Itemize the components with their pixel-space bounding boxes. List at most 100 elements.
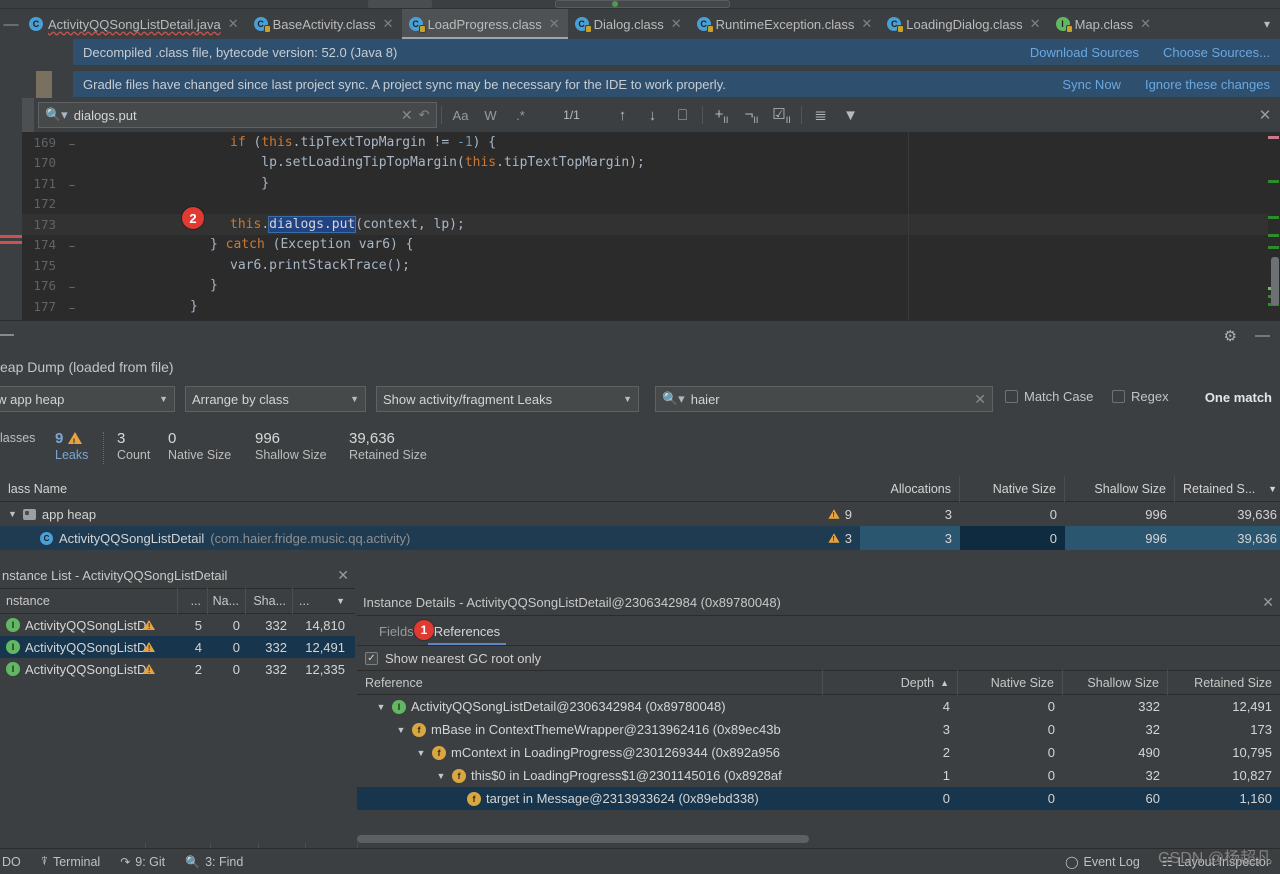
clear-icon[interactable]: ✕: [974, 391, 986, 408]
fold-icon[interactable]: ⚊: [64, 137, 80, 148]
table-row[interactable]: ▼ I ActivityQQSongListDetail@2306342984 …: [357, 695, 1280, 718]
native-size-cell: 0: [232, 617, 240, 633]
fold-icon[interactable]: ⚊: [64, 239, 80, 250]
toggle-line-icon[interactable]: ☑II: [767, 105, 797, 125]
status-item-event-log[interactable]: ◯ Event Log: [1065, 855, 1140, 869]
close-icon[interactable]: ✕: [1262, 594, 1280, 611]
expand-triangle-icon[interactable]: ▼: [395, 725, 407, 735]
show-nearest-gc-root-checkbox[interactable]: ✓ Show nearest GC root only: [357, 646, 1280, 670]
status-item-terminal[interactable]: ⍒ Terminal: [41, 854, 100, 869]
table-row[interactable]: ▼ f this$0 in LoadingProgress$1@23011450…: [357, 764, 1280, 787]
match-case-option[interactable]: Aa: [446, 108, 476, 123]
close-icon[interactable]: ✕: [228, 16, 239, 32]
next-match-icon[interactable]: ↓: [638, 107, 668, 124]
expand-triangle-icon[interactable]: ▼: [415, 748, 427, 758]
expand-triangle-icon[interactable]: ▼: [8, 509, 17, 519]
column-shallow-size[interactable]: Shallow Size: [1065, 475, 1175, 502]
column-native-size[interactable]: Na...: [208, 588, 246, 614]
close-icon[interactable]: ✕: [1030, 16, 1041, 32]
status-item-git[interactable]: ↷ 9: Git: [120, 855, 165, 869]
tab-baseactivity[interactable]: C BaseActivity.class ✕: [247, 9, 402, 39]
toolbar-ghost-button[interactable]: [368, 0, 432, 8]
status-item-todo[interactable]: DO: [2, 855, 21, 869]
tab-loadingdialog[interactable]: C LoadingDialog.class ✕: [880, 9, 1048, 39]
column-retained-size[interactable]: ... ▼: [293, 588, 351, 614]
regex-option[interactable]: .*: [506, 108, 536, 123]
table-row[interactable]: ▼ f mContext in LoadingProgress@23012693…: [357, 741, 1280, 764]
close-icon[interactable]: ✕: [337, 567, 355, 584]
sync-now-link[interactable]: Sync Now: [1062, 77, 1121, 92]
find-input[interactable]: 🔍▾ dialogs.put ✕ ↶: [38, 102, 437, 128]
column-shallow-size[interactable]: Shallow Size: [1063, 670, 1168, 695]
tab-loadprogress[interactable]: C LoadProgress.class ✕: [401, 9, 568, 39]
status-item-find[interactable]: 🔍 3: Find: [185, 855, 243, 869]
column-native-size[interactable]: Native Size: [958, 670, 1063, 695]
editor-error-stripe[interactable]: [1268, 132, 1280, 320]
splitter-handle[interactable]: [0, 334, 14, 336]
status-item-layout-inspector[interactable]: ☷ Layout Inspector: [1162, 855, 1270, 869]
prev-match-icon[interactable]: ↑: [608, 107, 638, 124]
code-editor[interactable]: 169 ⚊ if (this.tipTextTopMargin != -1) {…: [0, 132, 1280, 320]
clear-icon[interactable]: ✕: [401, 107, 413, 124]
table-row[interactable]: ▼ f mBase in ContextThemeWrapper@2313962…: [357, 718, 1280, 741]
add-line-before-icon[interactable]: +II: [707, 106, 737, 125]
toolbar-run-config-selector[interactable]: [555, 0, 730, 8]
sort-desc-icon: ▼: [336, 596, 345, 606]
table-row[interactable]: f target in Message@2313933624 (0x89ebd3…: [357, 787, 1280, 810]
arrange-selector[interactable]: Arrange by class ▼: [185, 386, 366, 412]
minimize-icon[interactable]: —: [1255, 327, 1270, 344]
column-reference[interactable]: Reference: [357, 670, 823, 695]
match-case-checkbox[interactable]: Match Case: [1005, 389, 1093, 404]
choose-sources-link[interactable]: Choose Sources...: [1163, 45, 1270, 60]
column-allocations[interactable]: Allocations: [860, 475, 960, 502]
leak-filter-selector[interactable]: Show activity/fragment Leaks ▼: [376, 386, 639, 412]
column-class-name[interactable]: lass Name: [0, 476, 860, 502]
table-row[interactable]: C ActivityQQSongListDetail (com.haier.fr…: [0, 526, 1280, 550]
scrollbar-thumb[interactable]: [357, 835, 809, 843]
tab-runtimeexception[interactable]: C RuntimeException.class ✕: [690, 9, 881, 39]
editor-scrollbar-thumb[interactable]: [1271, 257, 1279, 305]
download-sources-link[interactable]: Download Sources: [1030, 45, 1139, 60]
close-icon[interactable]: ✕: [383, 16, 394, 32]
fold-icon[interactable]: ⚊: [64, 178, 80, 189]
settings-gear-icon[interactable]: ⚙: [1224, 327, 1237, 345]
close-icon[interactable]: ✕: [549, 16, 560, 32]
collapse-icon[interactable]: —: [0, 9, 22, 39]
close-icon[interactable]: ✕: [1140, 16, 1151, 32]
tab-activityqqsonglistdetail[interactable]: C ActivityQQSongListDetail.java ✕: [22, 9, 247, 39]
column-shallow-size[interactable]: Sha...: [246, 588, 293, 614]
column-retained-size[interactable]: Retained S... ▼: [1175, 476, 1280, 502]
close-find-icon[interactable]: ✕: [1250, 106, 1280, 124]
close-icon[interactable]: ✕: [861, 16, 872, 32]
list-item[interactable]: I ActivityQQSongListD 5 0 332 14,810: [0, 614, 355, 636]
sort-lines-icon[interactable]: ≣: [806, 106, 836, 124]
history-icon[interactable]: ↶: [419, 107, 430, 123]
column-native-size[interactable]: Native Size: [960, 475, 1065, 502]
select-all-occurrences-icon[interactable]: ⎕: [668, 107, 698, 124]
list-item[interactable]: I ActivityQQSongListD 4 0 332 12,491: [0, 636, 355, 658]
field-icon: f: [452, 768, 466, 783]
close-icon[interactable]: ✕: [671, 16, 682, 32]
column-retained-size[interactable]: Retained Size: [1168, 670, 1280, 695]
heap-selector[interactable]: iew app heap ▼: [0, 386, 175, 412]
stat-leaks[interactable]: 9 Leaks: [55, 430, 88, 463]
tab-references[interactable]: References: [424, 624, 510, 645]
chevron-down-icon[interactable]: ▾: [1254, 9, 1280, 39]
ignore-changes-link[interactable]: Ignore these changes: [1145, 77, 1270, 92]
words-option[interactable]: W: [476, 108, 506, 123]
fold-icon[interactable]: ⚊: [64, 301, 80, 312]
column-depth[interactable]: Depth ▲: [823, 670, 958, 695]
tab-map[interactable]: I Map.class ✕: [1049, 9, 1159, 39]
fold-icon[interactable]: ⚊: [64, 280, 80, 291]
tab-dialog[interactable]: C Dialog.class ✕: [568, 9, 690, 39]
table-row[interactable]: ▼ app heap 9 3 0 996 39,636: [0, 502, 1280, 526]
regex-checkbox[interactable]: Regex: [1112, 389, 1169, 404]
filter-icon[interactable]: ▼: [836, 107, 866, 124]
remove-line-icon[interactable]: ¬II: [737, 106, 767, 125]
column-instance[interactable]: nstance: [0, 588, 178, 614]
expand-triangle-icon[interactable]: ▼: [375, 702, 387, 712]
column-depth[interactable]: ...: [178, 588, 208, 614]
expand-triangle-icon[interactable]: ▼: [435, 771, 447, 781]
heap-search-input[interactable]: 🔍▾ haier ✕: [655, 386, 993, 412]
list-item[interactable]: I ActivityQQSongListD 2 0 332 12,335: [0, 658, 355, 680]
